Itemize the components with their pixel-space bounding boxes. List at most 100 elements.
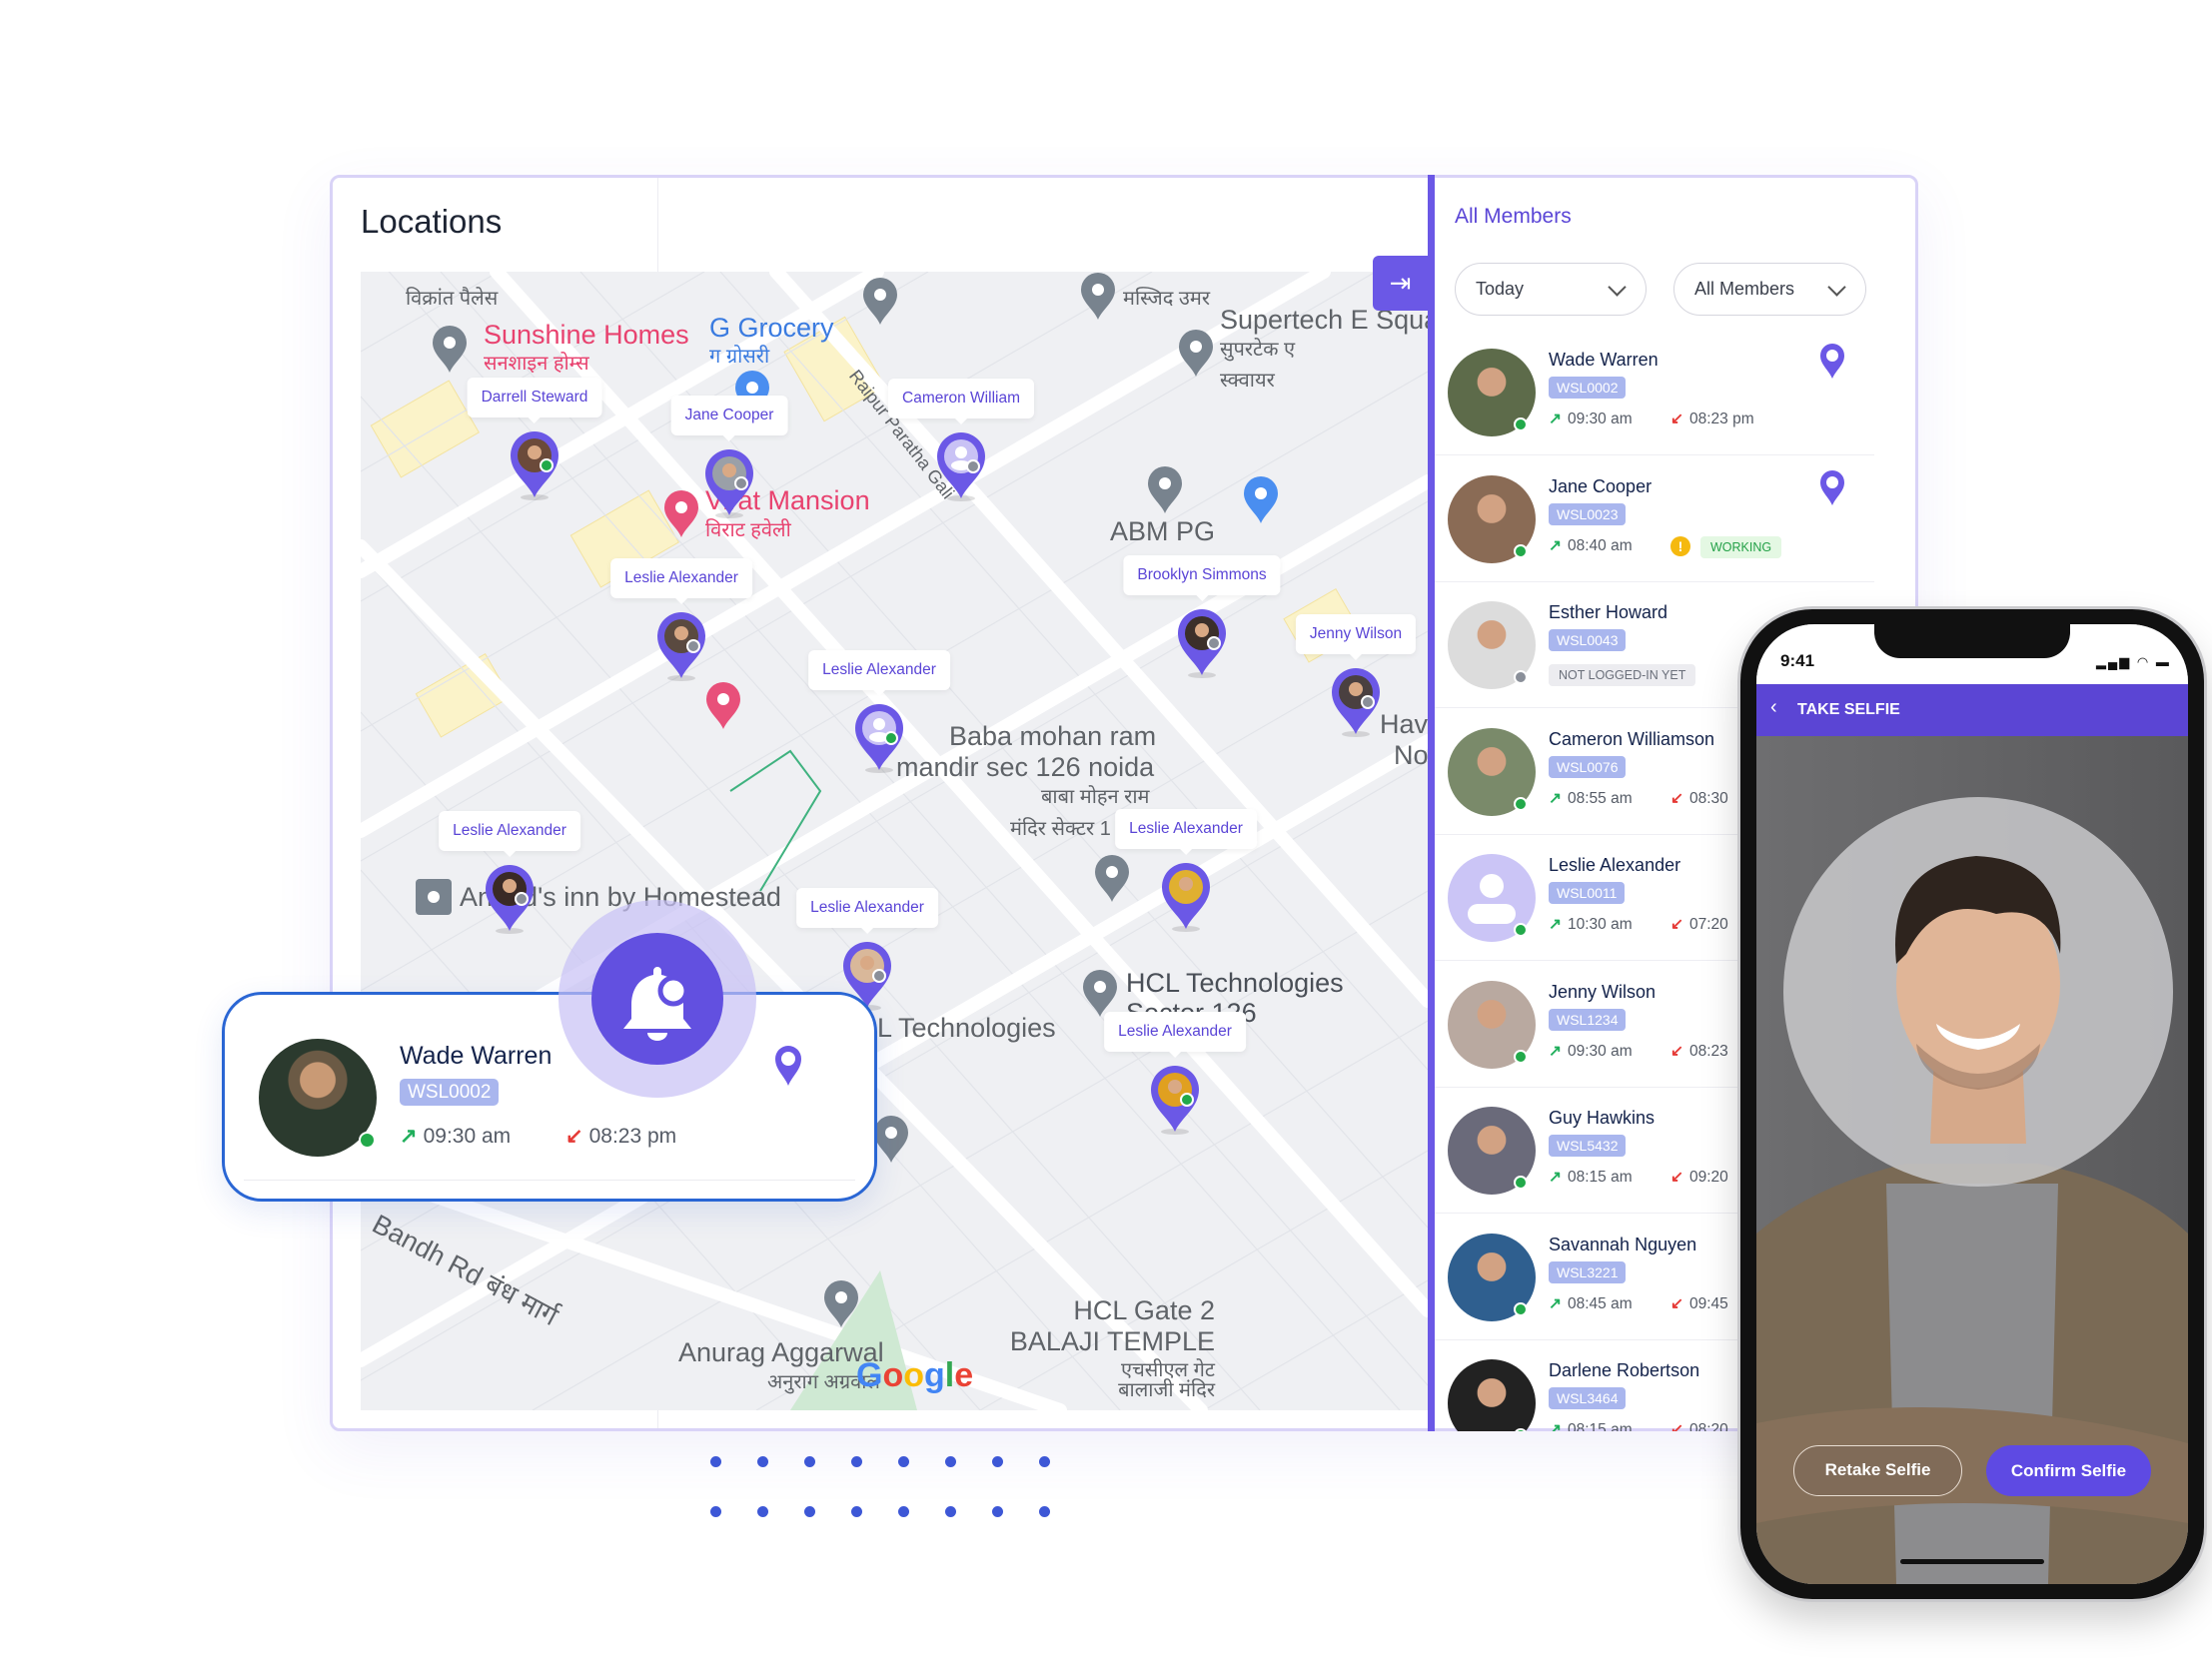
member-filter-dropdown[interactable]: All Members (1673, 263, 1866, 316)
pin-label: Darrell Steward (467, 378, 602, 423)
dot (710, 1456, 721, 1467)
check-out: ↙ 08:20 (1670, 1420, 1728, 1431)
pin-label: Cameron William (888, 379, 1034, 424)
place-poi-icon[interactable] (1080, 272, 1116, 322)
check-in: ↗ 08:40 am (1549, 536, 1633, 555)
hotel-poi-icon[interactable] (416, 879, 452, 915)
phone-notch (1874, 624, 2070, 658)
member-alert-card[interactable]: Wade Warren WSL0002 ↗ 09:30 am ↙ 08:23 pm (222, 992, 877, 1202)
check-out-time: 09:20 (1689, 1169, 1728, 1186)
check-in-time: 08:15 am (1568, 1421, 1633, 1431)
map-place-label: बालाजी मंदिर (1118, 1379, 1215, 1401)
member-location-pin[interactable] (511, 431, 558, 501)
location-pin-icon[interactable] (1819, 344, 1845, 380)
chevron-down-icon (1608, 278, 1627, 297)
pin-label: Leslie Alexander (808, 650, 950, 696)
dot (710, 1506, 721, 1517)
place-poi-icon[interactable] (862, 277, 898, 327)
member-row[interactable]: Wade Warren WSL0002 ↗ 09:30 am ↙ 08:23 pm (1435, 330, 1874, 455)
check-out: ↙ 08:23 (1670, 1042, 1728, 1061)
check-in: ↗ 09:30 am (1549, 410, 1633, 428)
member-location-pin[interactable] (1332, 668, 1380, 738)
member-location-pin[interactable] (657, 612, 705, 682)
place-poi-icon[interactable] (873, 1115, 909, 1165)
member-name: Jane Cooper (1549, 475, 1653, 496)
notification-button[interactable] (591, 933, 723, 1065)
map-place-label: mandir sec 126 noida (896, 752, 1155, 782)
map-place-label: ग ग्रोसरी (709, 346, 770, 368)
check-in-time: 08:40 am (1568, 536, 1633, 554)
check-out-time: 08:30 (1689, 789, 1728, 807)
location-pin-icon[interactable] (1819, 469, 1845, 506)
member-row[interactable]: Jane Cooper WSL0023 ↗ 08:40 am! WORKING (1435, 456, 1874, 582)
map[interactable]: विक्रांत पैलेस Sunshine Homes सनशाइन होम… (361, 272, 1428, 1410)
place-poi-icon[interactable] (823, 1279, 859, 1329)
check-out-arrow-icon: ↙ (1670, 411, 1683, 427)
member-name: Wade Warren (1549, 350, 1659, 370)
chevron-down-icon (1827, 278, 1846, 297)
dropdown-value: Today (1476, 279, 1525, 299)
check-in-arrow-icon: ↗ (1549, 1294, 1562, 1312)
dot (1039, 1456, 1050, 1467)
check-in-arrow-icon: ↗ (1549, 536, 1562, 554)
map-place-label: BALAJI TEMPLE (1009, 1326, 1215, 1356)
member-location-pin[interactable] (486, 865, 534, 935)
pin-label: Leslie Alexander (1104, 1012, 1246, 1058)
check-out: ↙ 07:20 (1670, 915, 1728, 934)
check-out: ↙ 09:45 (1670, 1294, 1728, 1313)
retake-selfie-button[interactable]: Retake Selfie (1793, 1445, 1962, 1496)
member-location-pin[interactable] (1178, 609, 1226, 679)
map-place-label: ABM PG (1110, 516, 1216, 546)
member-location-pin[interactable] (1162, 863, 1210, 933)
check-out-time: 07:20 (1689, 916, 1728, 933)
collapse-panel-button[interactable]: ⇥ (1373, 256, 1428, 311)
place-poi-icon[interactable] (432, 325, 468, 375)
map-place-label: सनशाइन होम्स (484, 353, 589, 375)
member-location-pin[interactable] (937, 432, 985, 502)
member-name: Guy Hawkins (1549, 1108, 1656, 1128)
check-in: ↗ 08:15 am (1549, 1168, 1633, 1187)
check-in-arrow-icon: ↗ (1549, 916, 1562, 933)
member-id-badge: WSL0002 (1549, 377, 1627, 399)
shop-poi-icon[interactable] (1243, 475, 1279, 525)
location-pin-icon[interactable] (773, 1044, 803, 1088)
member-location-pin[interactable] (1151, 1066, 1199, 1136)
date-filter-dropdown[interactable]: Today (1455, 263, 1647, 316)
place-poi-icon[interactable] (1094, 854, 1130, 904)
check-in-arrow-icon: ↗ (1549, 789, 1562, 807)
dropdown-value: All Members (1694, 279, 1795, 299)
dot (851, 1506, 862, 1517)
selfie-screen: 9:41 ▂▄▆ ◠ ▬ ‹ TAKE SELFIE Retake Selfie… (1756, 624, 2188, 1584)
member-location-pin[interactable] (705, 449, 753, 519)
dot (898, 1506, 909, 1517)
app-header: ‹ TAKE SELFIE (1756, 684, 2188, 736)
check-in-time: 08:15 am (1568, 1169, 1633, 1186)
member-id-badge: WSL0043 (1549, 629, 1627, 651)
check-out-arrow-icon: ↙ (1670, 1042, 1683, 1060)
member-name: Cameron Williamson (1549, 728, 1715, 749)
place-poi-icon[interactable] (1147, 465, 1183, 515)
member-id-badge: WSL0002 (400, 1079, 500, 1106)
hotel-poi-icon[interactable] (705, 681, 741, 731)
confirm-selfie-button[interactable]: Confirm Selfie (1986, 1445, 2151, 1496)
signal-icon: ▂▄▆ (2096, 654, 2132, 669)
check-in: ↗ 09:30 am (1549, 1042, 1633, 1061)
place-poi-icon[interactable] (1178, 329, 1214, 379)
check-out-time: 09:45 (1689, 1294, 1728, 1312)
back-icon[interactable]: ‹ (1770, 696, 1777, 719)
map-place-label: एचसीएल गेट (1121, 1359, 1215, 1381)
check-in-arrow-icon: ↗ (400, 1125, 418, 1148)
check-out-arrow-icon: ↙ (1670, 916, 1683, 933)
member-location-pin[interactable] (855, 704, 903, 774)
member-name: Leslie Alexander (1549, 855, 1681, 875)
member-id-badge: WSL0076 (1549, 755, 1627, 778)
wifi-icon: ◠ (2136, 654, 2151, 669)
check-in-arrow-icon: ↗ (1549, 1421, 1562, 1431)
member-name: Esther Howard (1549, 602, 1668, 622)
hotel-poi-icon[interactable] (663, 489, 699, 539)
check-out-time: 08:23 pm (1689, 411, 1754, 427)
map-place-label: No (1394, 740, 1428, 770)
map-place-label: सुपरटेक ए (1220, 339, 1296, 361)
dot (898, 1456, 909, 1467)
pin-label: Leslie Alexander (796, 888, 938, 934)
